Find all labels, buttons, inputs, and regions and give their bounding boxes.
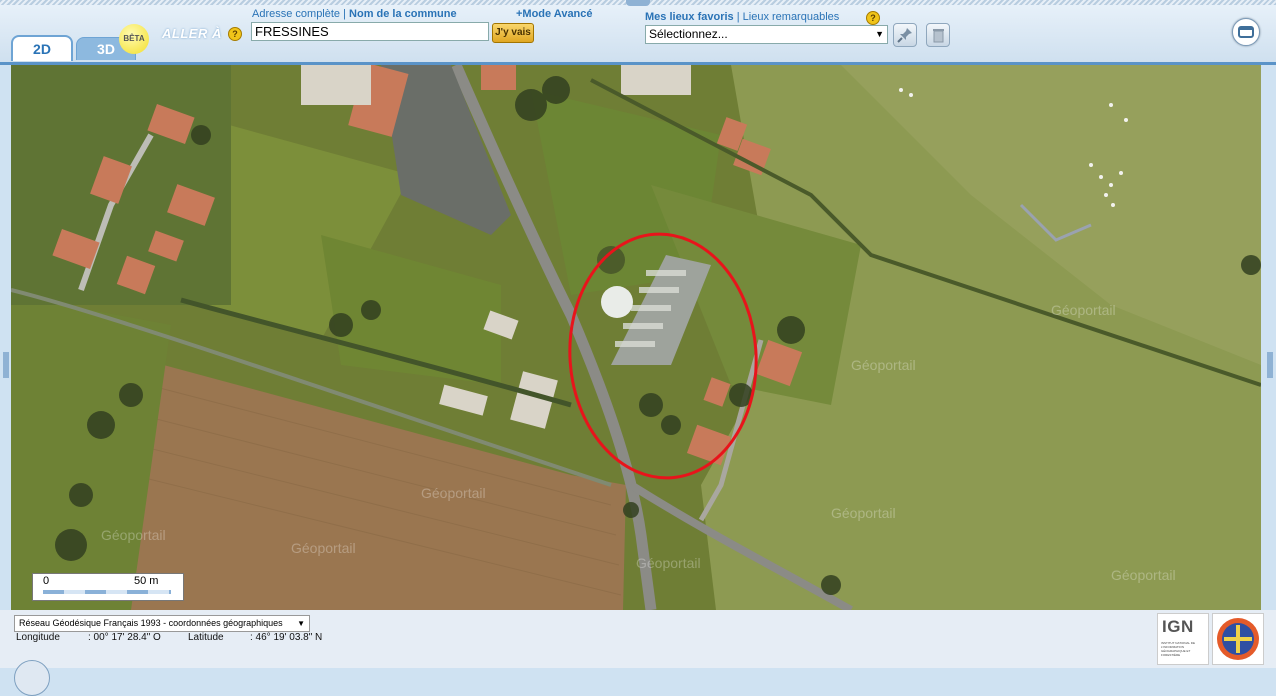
watermark-text: Géoportail [101,527,166,543]
chevron-down-icon: ▼ [297,619,305,628]
favorites-select-value: Sélectionnez... [649,27,728,41]
watermark-text: Géoportail [291,540,356,556]
fullscreen-button[interactable] [1232,18,1260,46]
ign-logo[interactable]: IGN INSTITUT NATIONAL DE L'INFORMATION G… [1157,613,1209,665]
collapse-toolbar-handle[interactable] [626,0,650,6]
watermark-text: Géoportail [636,555,701,571]
favorites-help-icon[interactable]: ? [866,11,880,25]
trash-icon [933,29,944,43]
remarkable-places-link[interactable]: Lieux remarquables [743,11,840,23]
goto-mode-links: Adresse complète | Nom de la commune [252,8,457,20]
go-button[interactable]: J'y vais [492,23,534,43]
goto-help-icon[interactable]: ? [228,27,242,41]
left-panel-handle[interactable] [3,352,9,378]
full-address-link[interactable]: Adresse complète [252,8,340,20]
pin-favorite-button[interactable] [893,23,917,47]
longitude-label: Longitude [16,632,60,643]
navigation-compass-button[interactable] [14,660,50,696]
ign-wordmark: IGN [1162,617,1194,636]
coordinate-system-value: Réseau Géodésique Français 1993 - coordo… [19,618,283,628]
scale-bar-graphic [43,590,171,594]
map-scale-bar: 0 50 m [32,573,184,601]
delete-favorite-button[interactable] [926,23,950,47]
favorites-links: Mes lieux favoris | Lieux remarquables [645,11,839,23]
latitude-label: Latitude [188,632,224,643]
coordinate-system-select[interactable]: Réseau Géodésique Français 1993 - coordo… [14,615,310,632]
watermark-text: Géoportail [851,357,916,373]
favorites-link[interactable]: Mes lieux favoris [645,11,734,23]
watermark-text: Géoportail [1051,302,1116,318]
chevron-down-icon: ▼ [875,29,884,39]
ign-subtitle: INSTITUT NATIONAL DE L'INFORMATION GÉOGR… [1161,641,1195,657]
right-panel-handle[interactable] [1267,352,1273,378]
pushpin-icon [897,28,912,43]
emblem-icon [1217,618,1259,660]
latitude-value: : 46° 19' 03.8" N [250,632,323,643]
longitude-value: : 00° 17' 28.4" O [88,632,161,643]
status-bar: Réseau Géodésique Français 1993 - coordo… [0,610,1276,668]
commune-name-link[interactable]: Nom de la commune [349,8,457,20]
link-separator: | [343,8,346,20]
watermark-text: Géoportail [421,485,486,501]
scale-start-label: 0 [43,575,50,587]
watermark-text: Géoportail [831,505,896,521]
map-view[interactable]: Géoportail Géoportail Géoportail Géoport… [11,65,1261,610]
advanced-mode-link[interactable]: +Mode Avancé [516,8,593,20]
beta-badge: BÊTA [119,24,149,54]
tab-2d[interactable]: 2D [11,35,73,61]
window-icon [1238,26,1254,38]
aerial-imagery[interactable]: Géoportail Géoportail Géoportail Géoport… [11,65,1261,610]
top-toolbar: 2D 3D BÊTA ALLER À ? Adresse complète | … [0,0,1276,65]
place-search-input[interactable]: FRESSINES [251,22,489,41]
goto-label: ALLER À [162,26,222,41]
scale-end-label: 50 m [134,575,159,587]
link-separator: | [736,11,740,23]
ministry-emblem-logo[interactable] [1212,613,1264,665]
watermark-text: Géoportail [1111,567,1176,583]
favorites-select[interactable]: Sélectionnez... ▼ [645,25,888,44]
